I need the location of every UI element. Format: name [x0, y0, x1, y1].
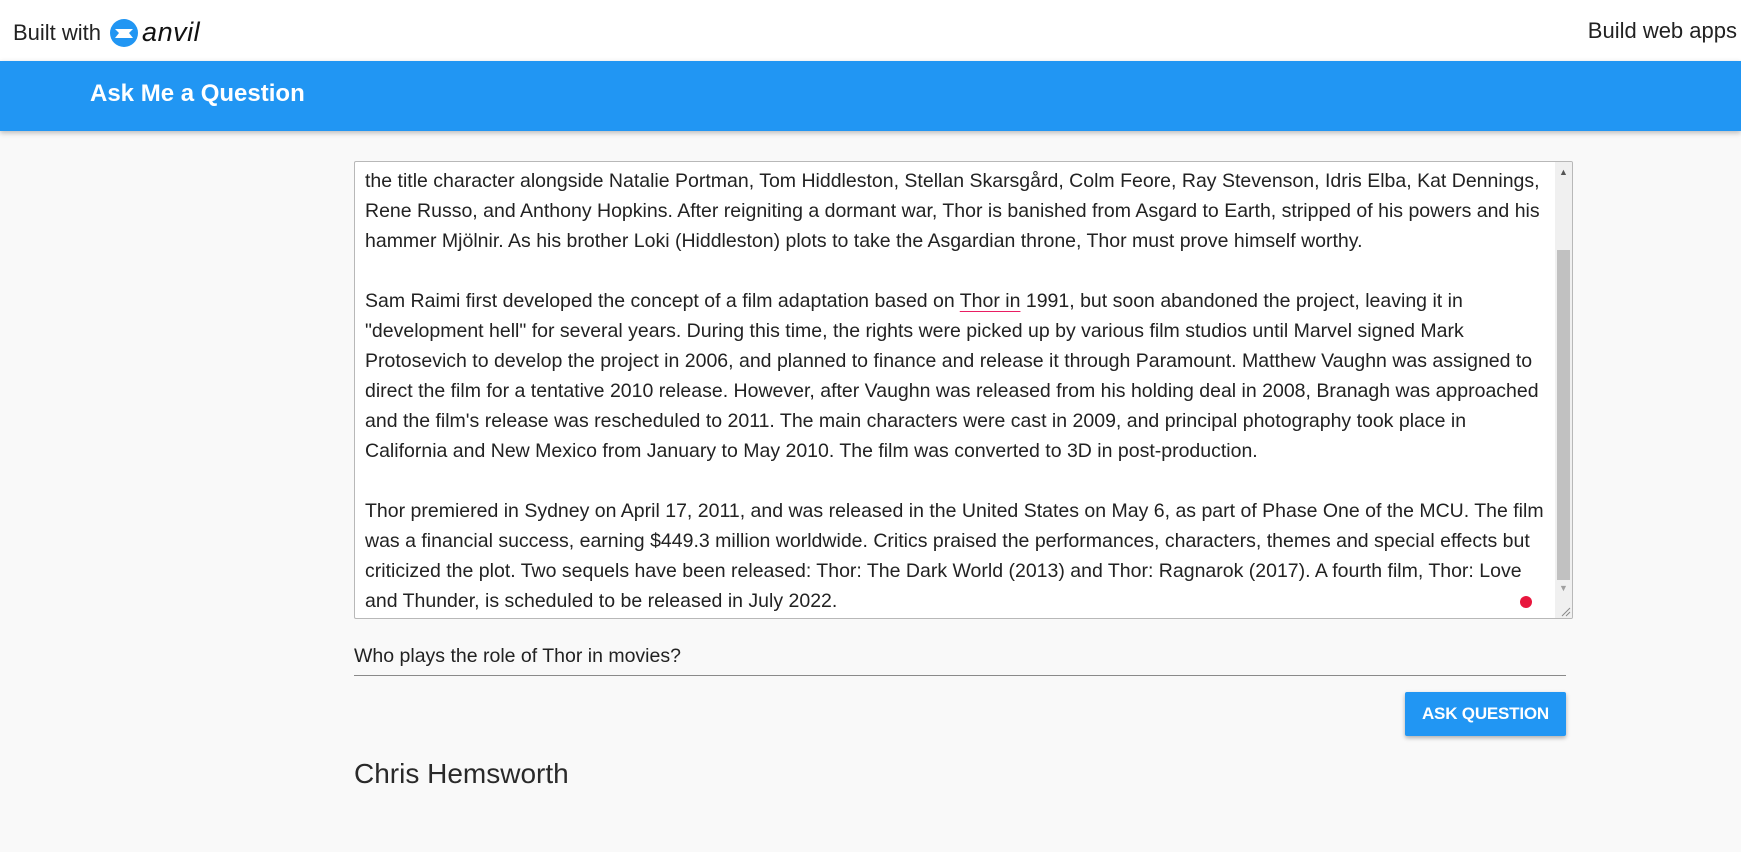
anvil-logo: anvil [109, 17, 200, 48]
scroll-down-arrow-icon[interactable]: ▼ [1555, 580, 1572, 596]
app-title: Ask Me a Question [90, 80, 305, 107]
grammar-indicator-dot[interactable] [1520, 596, 1532, 608]
anvil-wordmark: anvil [142, 17, 201, 47]
context-text-segment: Sam Raimi first developed the concept of… [365, 290, 960, 312]
scroll-up-arrow-icon[interactable]: ▲ [1555, 164, 1572, 180]
context-text[interactable]: the title character alongside Natalie Po… [365, 166, 1545, 618]
context-paragraph: the title character alongside Natalie Po… [365, 170, 1540, 252]
built-with-label: Built with [13, 19, 102, 45]
build-web-apps-link[interactable]: Build web apps [1588, 18, 1737, 44]
built-with-anvil-link[interactable]: Built with anvil [13, 17, 200, 48]
resize-grip-icon[interactable] [1559, 605, 1571, 617]
context-paragraph: Sam Raimi first developed the concept of… [365, 286, 1545, 466]
context-textarea[interactable]: the title character alongside Natalie Po… [354, 161, 1573, 619]
context-paragraph: Thor premiered in Sydney on April 17, 20… [365, 500, 1544, 612]
spellcheck-flagged-text: Thor in [959, 290, 1021, 312]
answer-text: Chris Hemsworth [354, 758, 569, 789]
question-input[interactable] [354, 638, 1566, 676]
textarea-scrollbar[interactable]: ▲ ▼ [1555, 162, 1572, 618]
anvil-logo-icon [110, 18, 139, 47]
ask-question-button[interactable]: ASK QUESTION [1405, 692, 1566, 736]
top-banner: Built with anvil Build web apps [0, 0, 1741, 61]
scrollbar-thumb[interactable] [1557, 250, 1570, 580]
app-bar: Ask Me a Question [0, 61, 1741, 131]
context-text-segment: 1991, but soon abandoned the project, le… [365, 290, 1539, 462]
